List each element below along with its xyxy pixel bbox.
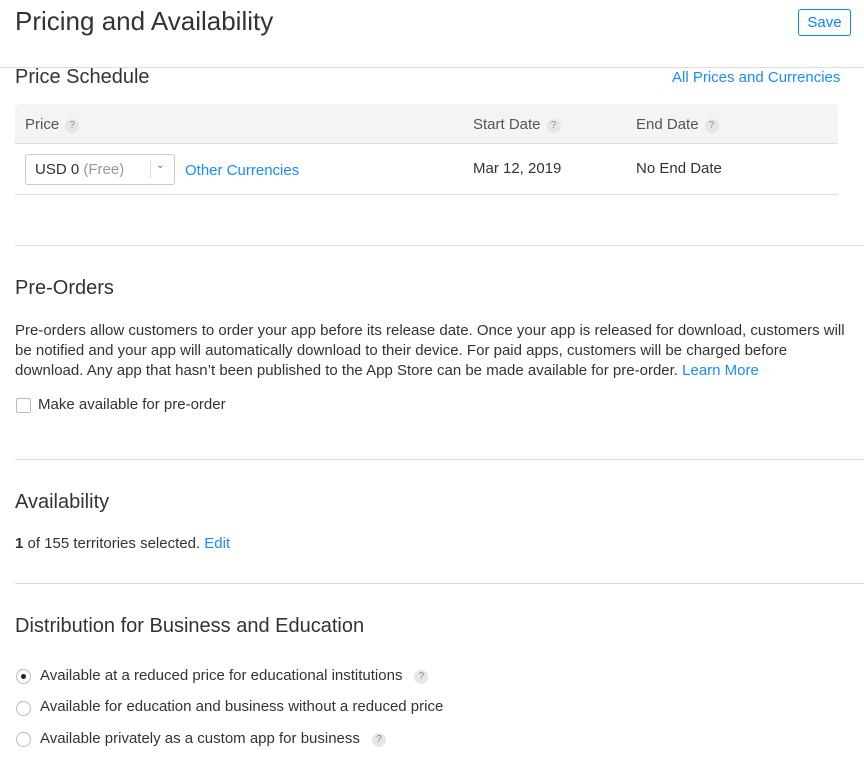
start-date: Mar 12, 2019 xyxy=(473,160,562,177)
pre-order-checkbox[interactable] xyxy=(16,398,31,413)
radio-reduced-price[interactable] xyxy=(16,669,31,684)
availability-title: Availability xyxy=(15,491,110,513)
column-end-date: End Date? xyxy=(636,116,719,133)
help-icon[interactable]: ? xyxy=(414,670,429,684)
divider xyxy=(15,583,864,584)
distribution-title: Distribution for Business and Education xyxy=(15,615,365,637)
price-schedule-title: Price Schedule xyxy=(15,66,150,88)
divider xyxy=(15,245,864,246)
other-currencies-link[interactable]: Other Currencies xyxy=(185,162,299,179)
page-title: Pricing and Availability xyxy=(15,6,274,36)
divider xyxy=(15,194,838,195)
pre-orders-title: Pre-Orders xyxy=(15,277,114,299)
pre-order-checkbox-label[interactable]: Make available for pre-order xyxy=(38,396,226,413)
price-table-header: Price? Start Date? End Date? xyxy=(15,104,838,144)
column-start-date: Start Date? xyxy=(473,116,561,133)
radio-label[interactable]: Available privately as a custom app for … xyxy=(40,730,386,747)
chevron-down-icon: ⌄ xyxy=(156,160,165,171)
help-icon[interactable]: ? xyxy=(371,733,386,747)
radio-label[interactable]: Available at a reduced price for educati… xyxy=(40,667,429,684)
help-icon[interactable]: ? xyxy=(546,119,561,133)
edit-territories-link[interactable]: Edit xyxy=(204,535,230,552)
all-prices-link[interactable]: All Prices and Currencies xyxy=(672,69,840,86)
save-button[interactable]: Save xyxy=(798,9,851,36)
availability-summary: 1 of 155 territories selected. Edit xyxy=(15,535,231,552)
column-price: Price? xyxy=(25,116,80,133)
radio-no-reduced-price[interactable] xyxy=(16,701,31,716)
help-icon[interactable]: ? xyxy=(704,119,719,133)
radio-label[interactable]: Available for education and business wit… xyxy=(40,698,443,715)
learn-more-link[interactable]: Learn More xyxy=(682,362,759,379)
pre-orders-description: Pre-orders allow customers to order your… xyxy=(15,322,845,379)
divider xyxy=(150,161,151,178)
radio-custom-app[interactable] xyxy=(16,732,31,747)
end-date: No End Date xyxy=(636,160,722,177)
help-icon[interactable]: ? xyxy=(65,119,80,133)
divider xyxy=(15,459,864,460)
price-select[interactable]: USD 0 (Free) ⌄ xyxy=(25,154,175,185)
